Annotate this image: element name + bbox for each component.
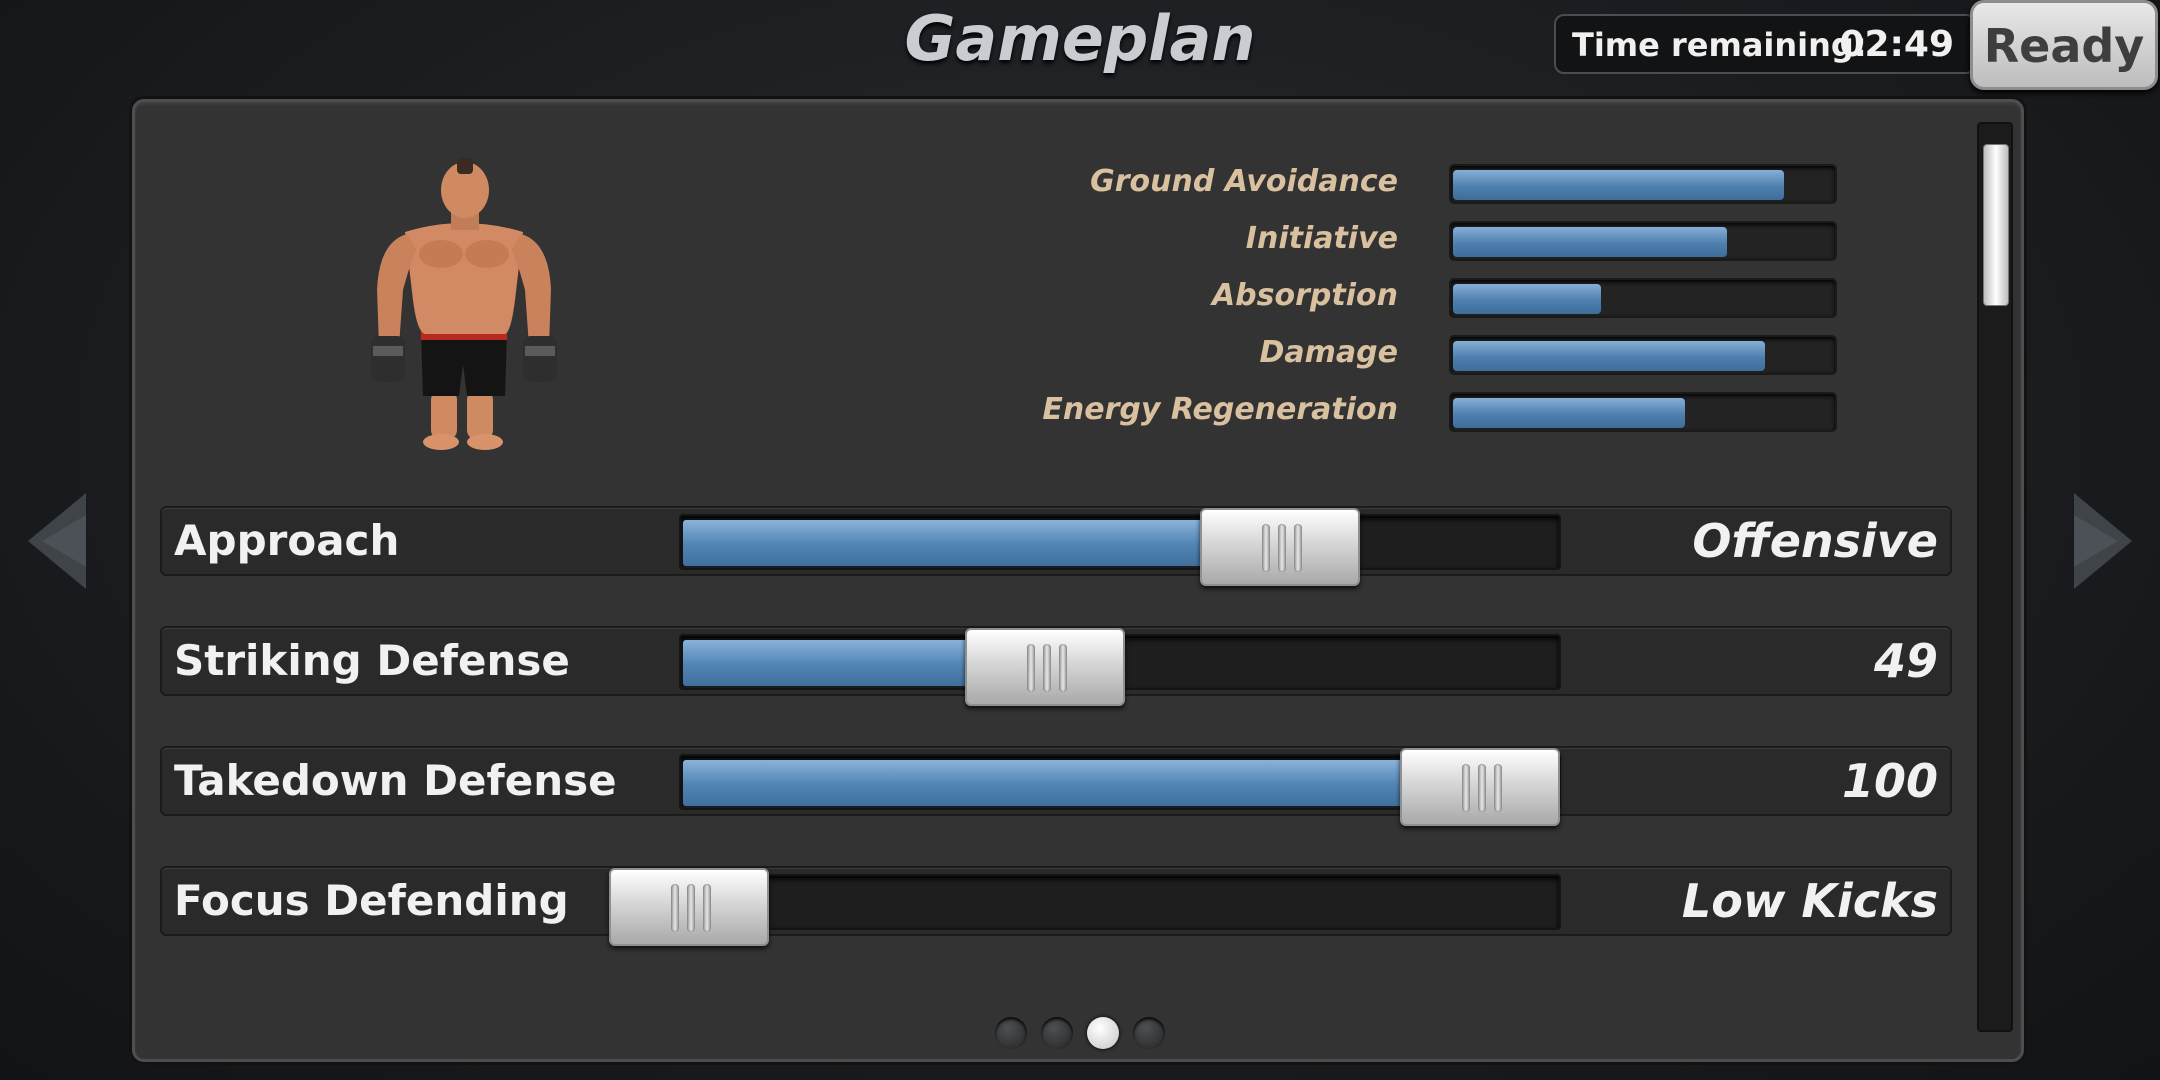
grip-line (1278, 524, 1286, 572)
arrow-right-icon[interactable] (2072, 493, 2132, 589)
grip-line (1027, 644, 1035, 692)
page-dot[interactable] (1087, 1017, 1119, 1049)
stat-bar (1449, 392, 1837, 432)
slider-label: Focus Defending (174, 876, 569, 925)
time-remaining-value: 02:49 (1839, 24, 1954, 65)
slider-handle[interactable] (1400, 748, 1560, 826)
grip-line (671, 884, 679, 932)
slider-label: Approach (174, 516, 400, 565)
slider-track[interactable] (679, 508, 1561, 586)
stat-bar-fill (1453, 341, 1765, 371)
grip-line (1262, 524, 1270, 572)
stat-label: Absorption (1211, 278, 1398, 313)
slider-striking-defense: Striking Defense 49 (160, 626, 1952, 706)
grip-line (1478, 764, 1486, 812)
grip-line (1043, 644, 1051, 692)
page-dot[interactable] (1041, 1017, 1073, 1049)
slider-takedown-defense: Takedown Defense 100 (160, 746, 1952, 826)
grip-line (687, 884, 695, 932)
slider-fill (683, 760, 1422, 806)
slider-track[interactable] (679, 748, 1561, 826)
grip-line (1494, 764, 1502, 812)
slider-handle[interactable] (1200, 508, 1360, 586)
stat-label: Energy Regeneration (1042, 392, 1398, 427)
grip-line (1059, 644, 1067, 692)
ready-button[interactable]: Ready (1970, 0, 2158, 90)
scrollbar[interactable] (1977, 122, 2013, 1032)
time-remaining-box: Time remaining: 02:49 (1554, 14, 1976, 74)
grip-line (1462, 764, 1470, 812)
slider-value: Offensive (1692, 514, 1938, 568)
stat-bar (1449, 278, 1837, 318)
stat-bar-fill (1453, 170, 1784, 200)
stat-label: Ground Avoidance (1090, 164, 1398, 199)
stat-bar-fill (1453, 398, 1685, 428)
scrollbar-thumb[interactable] (1983, 144, 2009, 306)
slider-approach: Approach Offensive (160, 506, 1952, 586)
slider-track[interactable] (679, 628, 1561, 706)
gameplan-panel: Ground Avoidance Initiative Absorption D… (132, 99, 2024, 1062)
slider-handle[interactable] (609, 868, 769, 946)
slider-focus-defending: Focus Defending Low Kicks (160, 866, 1952, 946)
slider-handle[interactable] (965, 628, 1125, 706)
slider-fill (683, 520, 1222, 566)
slider-value: 49 (1873, 634, 1938, 688)
stat-label: Initiative (1245, 221, 1398, 256)
stat-bar (1449, 164, 1837, 204)
time-remaining-label: Time remaining: (1572, 26, 1867, 64)
slider-label: Takedown Defense (174, 756, 617, 805)
arrow-left-icon[interactable] (28, 493, 88, 589)
stat-bar-fill (1453, 284, 1601, 314)
grip-line (703, 884, 711, 932)
slider-value: Low Kicks (1681, 874, 1938, 928)
slider-label: Striking Defense (174, 636, 570, 685)
stat-bar (1449, 335, 1837, 375)
slider-fill (683, 640, 987, 686)
slider-track[interactable] (609, 868, 1561, 946)
stat-bar-fill (1453, 227, 1727, 257)
stat-bar (1449, 221, 1837, 261)
page-indicator (995, 1017, 1195, 1053)
slider-value: 100 (1841, 754, 1938, 808)
grip-line (1294, 524, 1302, 572)
page-dot[interactable] (1133, 1017, 1165, 1049)
stat-label: Damage (1259, 335, 1398, 370)
page-dot[interactable] (995, 1017, 1027, 1049)
